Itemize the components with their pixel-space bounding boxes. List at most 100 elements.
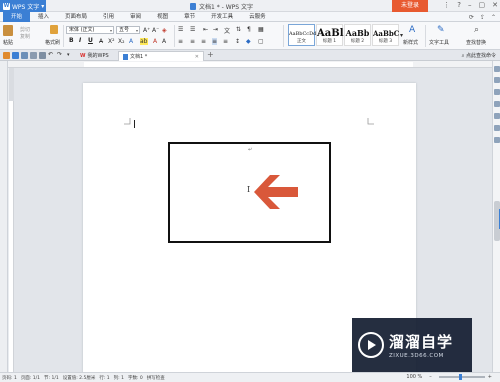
- tab-sections[interactable]: 章节: [176, 12, 203, 22]
- open-icon[interactable]: [3, 52, 10, 59]
- style-normal[interactable]: AaBbCcDd 正文: [288, 24, 316, 46]
- print-icon[interactable]: [21, 52, 28, 59]
- text-caret: [134, 120, 135, 128]
- bold-button[interactable]: B: [69, 37, 74, 44]
- new-style-icon[interactable]: A: [409, 25, 415, 35]
- italic-button[interactable]: I: [79, 37, 81, 44]
- new-style-button[interactable]: 新样式: [403, 39, 418, 46]
- copy-button[interactable]: 复制: [20, 33, 30, 40]
- indent-icon[interactable]: ⇥: [213, 26, 218, 33]
- tab-developer[interactable]: 开发工具: [203, 12, 241, 22]
- line-spacing-icon[interactable]: ↕: [235, 38, 240, 45]
- sidebar-tool-icon[interactable]: [494, 77, 500, 83]
- find-icon[interactable]: ⌕: [474, 25, 479, 35]
- login-button[interactable]: 未登录: [392, 0, 428, 12]
- sidebar-tool-icon[interactable]: [494, 113, 500, 119]
- zoom-value[interactable]: 100 %: [406, 374, 422, 380]
- justify-icon[interactable]: ≡: [212, 38, 218, 45]
- undo-icon[interactable]: ↶: [48, 51, 53, 58]
- new-tab-button[interactable]: +: [207, 50, 214, 59]
- zoom-out-button[interactable]: –: [429, 374, 432, 380]
- paste-icon[interactable]: [3, 25, 13, 36]
- highlight-icon[interactable]: ab: [140, 38, 148, 45]
- grow-font-icon[interactable]: A⁺: [143, 27, 150, 34]
- borders-icon[interactable]: ▢: [258, 38, 264, 45]
- chinese-layout-icon[interactable]: 文: [224, 26, 230, 35]
- font-color-icon[interactable]: A: [153, 38, 157, 45]
- sidebar-tool-icon[interactable]: [494, 89, 500, 95]
- find-replace-button[interactable]: 查找替换: [466, 39, 486, 46]
- redo-icon[interactable]: ↷: [57, 51, 62, 58]
- zoom-in-button[interactable]: +: [488, 374, 492, 380]
- sort-icon[interactable]: ⇅: [236, 26, 241, 33]
- minimize-button[interactable]: –: [468, 1, 472, 9]
- zoom-slider-knob[interactable]: [458, 374, 462, 380]
- cut-button[interactable]: 剪切: [20, 26, 30, 33]
- tab-home[interactable]: 开始: [3, 11, 31, 22]
- status-spell-check[interactable]: 拼写检查: [147, 375, 165, 381]
- close-tab-icon[interactable]: ✕: [195, 52, 199, 62]
- align-right-icon[interactable]: ≡: [201, 38, 206, 45]
- bullets-icon[interactable]: ☰: [178, 26, 183, 33]
- command-search[interactable]: ⌕ 点此查找命令: [462, 52, 496, 59]
- horizontal-ruler[interactable]: [8, 61, 492, 68]
- subscript-icon[interactable]: X₂: [118, 38, 125, 45]
- outdent-icon[interactable]: ⇤: [203, 26, 208, 33]
- char-border-icon[interactable]: A: [162, 38, 166, 45]
- right-scrollbar[interactable]: [492, 61, 500, 372]
- close-button[interactable]: ✕: [492, 1, 498, 9]
- format-painter-label[interactable]: 格式刷: [45, 39, 60, 46]
- spell-icon[interactable]: [39, 52, 46, 59]
- format-painter-icon[interactable]: [50, 25, 58, 34]
- style-heading-3[interactable]: AaBbC 标题 3: [372, 24, 399, 46]
- superscript-icon[interactable]: X²: [108, 38, 115, 45]
- tab-review[interactable]: 审阅: [122, 12, 149, 22]
- tab-references[interactable]: 引用: [95, 12, 122, 22]
- left-arrow-shape[interactable]: [254, 175, 298, 209]
- tab-page-layout[interactable]: 页面布局: [57, 12, 95, 22]
- help-icon[interactable]: ?: [457, 1, 461, 9]
- tab-cloud[interactable]: 云服务: [241, 12, 274, 22]
- share-icon[interactable]: ⇪: [480, 14, 485, 21]
- clear-format-icon[interactable]: ◈: [162, 27, 167, 34]
- distributed-icon[interactable]: ≡: [223, 38, 228, 45]
- paste-label[interactable]: 粘贴: [3, 39, 13, 46]
- sidebar-tool-icon[interactable]: [494, 66, 500, 72]
- numbering-icon[interactable]: ☰: [190, 26, 195, 33]
- zoom-slider[interactable]: [438, 374, 485, 380]
- align-left-icon[interactable]: ≡: [178, 38, 183, 45]
- maximize-button[interactable]: ▢: [479, 1, 486, 9]
- styles-more-icon[interactable]: ▾: [400, 32, 403, 39]
- sync-icon[interactable]: ⟳: [469, 14, 474, 21]
- tab-document-1[interactable]: 文档1 * ✕: [118, 51, 204, 61]
- text-tools-button[interactable]: 文字工具: [429, 39, 449, 46]
- shading-icon[interactable]: ◆: [246, 38, 251, 45]
- table-icon[interactable]: ▦: [258, 26, 264, 33]
- text-effect-icon[interactable]: A: [129, 38, 133, 45]
- sidebar-tool-icon[interactable]: [494, 101, 500, 107]
- underline-button[interactable]: U: [88, 37, 93, 44]
- more-icon[interactable]: ⋮: [443, 1, 450, 9]
- zoom-control: 100 % – +: [406, 374, 496, 380]
- strikethrough-icon[interactable]: A̶: [99, 38, 103, 45]
- style-heading-2[interactable]: AaBb 标题 2: [344, 24, 371, 46]
- save-icon[interactable]: [12, 52, 19, 59]
- text-tools-icon[interactable]: ✎: [437, 25, 445, 35]
- tab-my-wps[interactable]: W 我的WPS: [76, 51, 113, 61]
- collapse-ribbon-icon[interactable]: ⌃: [491, 14, 496, 21]
- align-center-icon[interactable]: ≡: [190, 38, 195, 45]
- font-name-select[interactable]: 宋体 (正文) ▾: [66, 26, 114, 34]
- shrink-font-icon[interactable]: A⁻: [152, 27, 159, 34]
- sidebar-tool-icon[interactable]: [494, 137, 500, 143]
- sidebar-tool-icon[interactable]: [494, 125, 500, 131]
- style-heading-1[interactable]: AaBl 标题 1: [316, 24, 344, 46]
- qa-more-icon[interactable]: ▾: [67, 52, 70, 58]
- tab-view[interactable]: 视图: [149, 12, 176, 22]
- tab-insert[interactable]: 插入: [30, 12, 57, 22]
- preview-icon[interactable]: [30, 52, 37, 59]
- app-menu-button[interactable]: W WPS 文字 ▾: [0, 0, 46, 12]
- ribbon-divider: [174, 25, 175, 47]
- status-word-count[interactable]: 字数: 0: [128, 375, 143, 381]
- show-marks-icon[interactable]: ¶: [247, 26, 251, 33]
- font-size-select[interactable]: 五号 ▾: [116, 26, 140, 34]
